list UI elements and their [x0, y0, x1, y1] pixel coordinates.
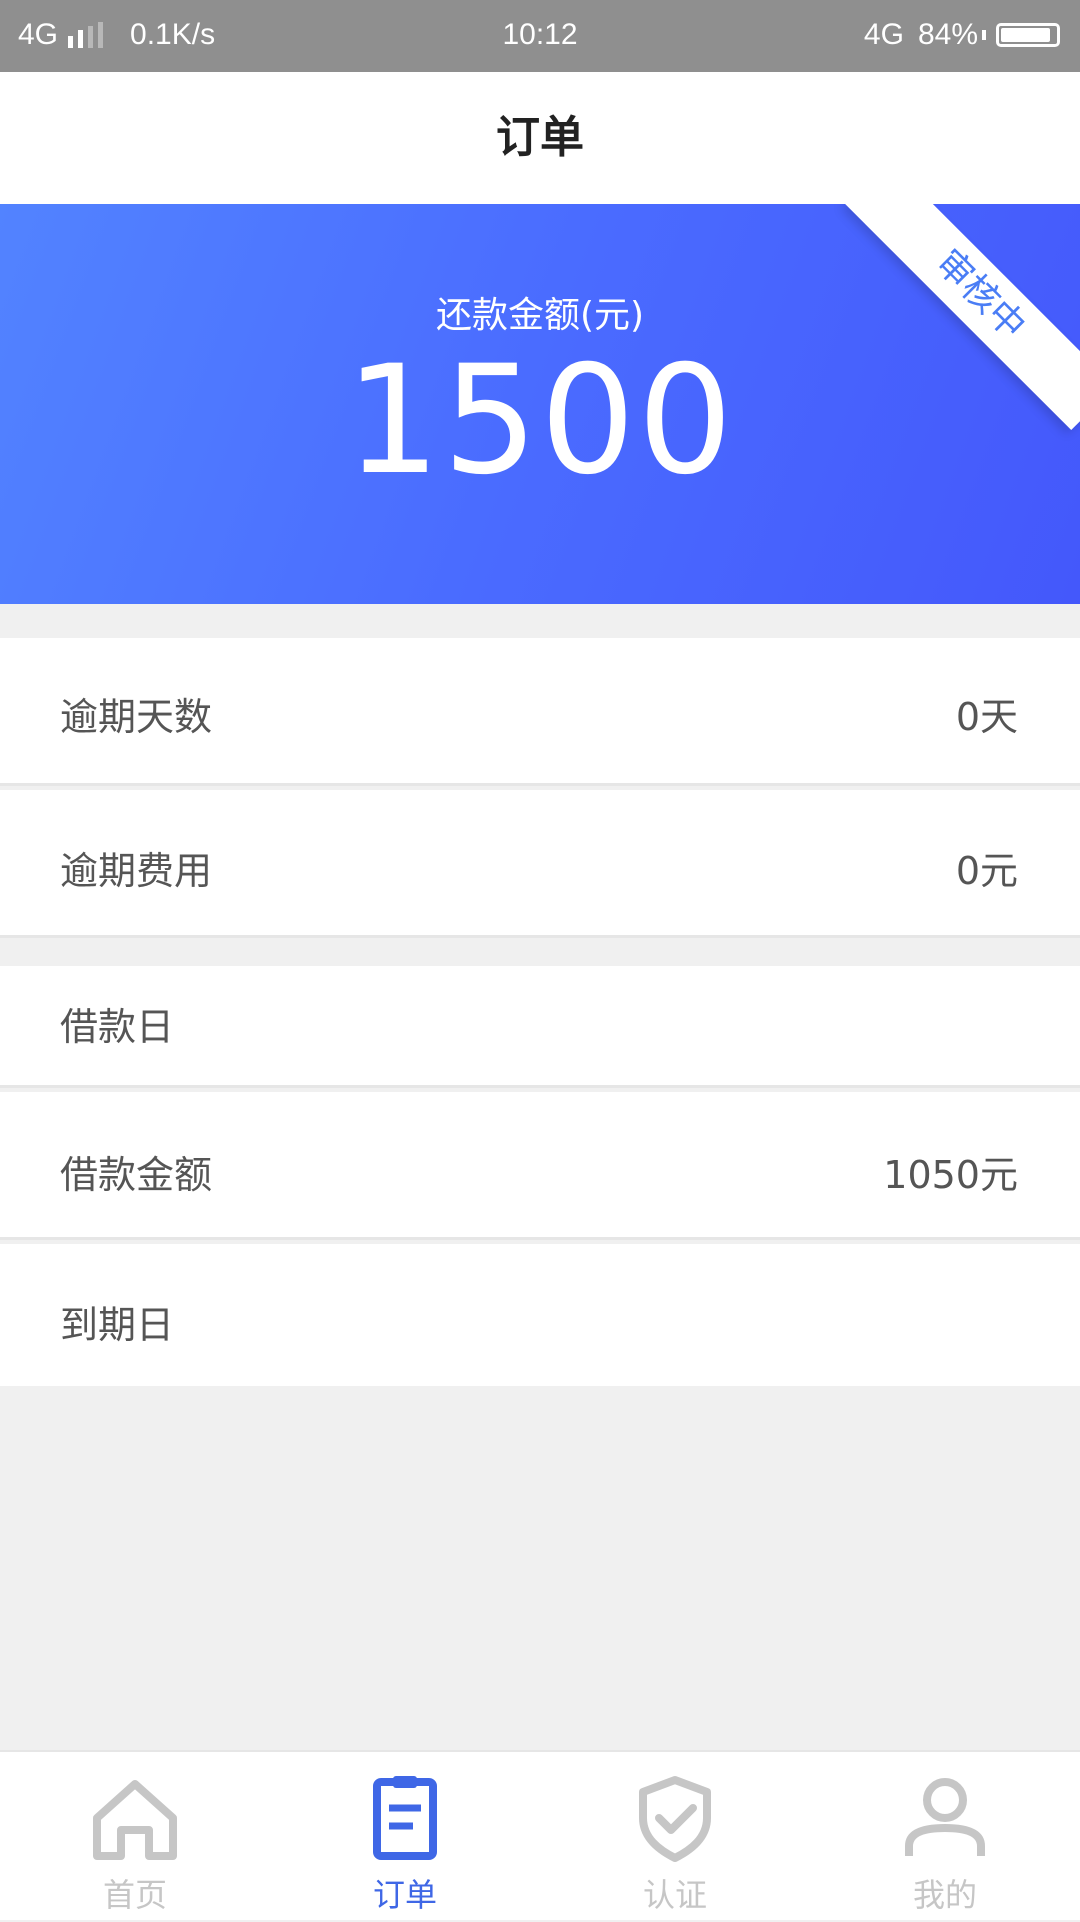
detail-label: 逾期费用 — [60, 849, 213, 893]
repayment-label: 还款金额(元) — [435, 295, 645, 336]
battery-icon — [996, 23, 1060, 47]
tab-mine[interactable]: 我的 — [810, 1752, 1080, 1922]
detail-row-due-date: 到期日 — [0, 1244, 1080, 1386]
detail-label: 到期日 — [60, 1303, 175, 1347]
shield-check-icon — [639, 1776, 711, 1862]
detail-label: 借款金额 — [60, 1153, 213, 1197]
tab-label: 首页 — [102, 1876, 167, 1914]
status-right: 4G 84% — [864, 18, 1060, 52]
network-label-right: 4G — [863, 18, 904, 51]
status-bar: 4G 0.1K/s 10:12 4G 84% — [0, 0, 1080, 72]
user-icon — [905, 1778, 985, 1856]
battery-tip-icon — [982, 30, 986, 40]
detail-label: 逾期天数 — [60, 695, 213, 739]
tab-verify[interactable]: 认证 — [540, 1752, 810, 1922]
tab-order[interactable]: 订单 — [270, 1752, 540, 1922]
detail-label: 借款日 — [60, 1005, 175, 1049]
page-title: 订单 — [496, 112, 584, 163]
tab-home[interactable]: 首页 — [0, 1752, 270, 1922]
detail-value: 0元 — [955, 849, 1018, 893]
home-icon — [93, 1780, 177, 1860]
repayment-summary: 还款金额(元) 1500 审核中 — [0, 204, 1080, 604]
nav-bar: 订单 — [0, 72, 1080, 204]
detail-row-overdue-fee: 逾期费用 0元 — [0, 790, 1080, 938]
tab-label: 我的 — [912, 1876, 977, 1914]
detail-value: 1050元 — [883, 1153, 1018, 1197]
detail-row-loan-amount: 借款金额 1050元 — [0, 1092, 1080, 1240]
repayment-amount: 1500 — [345, 334, 735, 508]
detail-row-loan-date: 借款日 — [0, 966, 1080, 1088]
tab-label: 订单 — [372, 1876, 437, 1914]
detail-row-overdue-days: 逾期天数 0天 — [0, 638, 1080, 786]
bottom-tab-bar: 首页 订单 认证 我的 — [0, 1750, 1080, 1920]
order-icon — [373, 1776, 437, 1860]
detail-value: 0天 — [955, 695, 1018, 739]
tab-label: 认证 — [642, 1876, 707, 1914]
battery-percent: 84% — [917, 18, 978, 51]
